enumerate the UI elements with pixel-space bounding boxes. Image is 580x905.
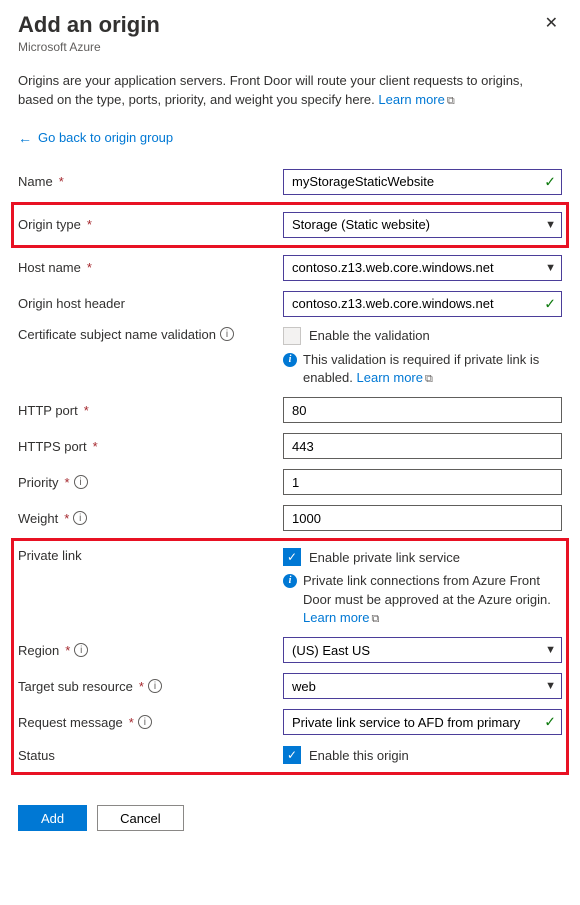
- private-link-label: Private link: [18, 548, 82, 563]
- enable-pl-label: Enable private link service: [309, 550, 460, 565]
- origin-type-select[interactable]: [283, 212, 562, 238]
- info-icon[interactable]: i: [148, 679, 162, 693]
- learn-more-link[interactable]: Learn more⧉: [357, 370, 433, 385]
- enable-private-link-checkbox[interactable]: ✓: [283, 548, 301, 566]
- http-port-input[interactable]: [283, 397, 562, 423]
- host-name-select[interactable]: [283, 255, 562, 281]
- external-link-icon: ⧉: [425, 373, 433, 385]
- page-title: Add an origin: [18, 12, 160, 38]
- enable-origin-checkbox[interactable]: ✓: [283, 746, 301, 764]
- external-link-icon: ⧉: [447, 95, 455, 107]
- name-label: Name: [18, 174, 53, 189]
- request-msg-label: Request message: [18, 715, 123, 730]
- origin-host-header-label: Origin host header: [18, 296, 125, 311]
- info-icon[interactable]: i: [138, 715, 152, 729]
- enable-origin-label: Enable this origin: [309, 748, 409, 763]
- https-port-input[interactable]: [283, 433, 562, 459]
- close-button[interactable]: ✕: [541, 12, 562, 36]
- external-link-icon: ⧉: [371, 613, 379, 625]
- add-button[interactable]: Add: [18, 805, 87, 831]
- priority-label: Priority: [18, 475, 58, 490]
- info-icon[interactable]: i: [74, 643, 88, 657]
- learn-more-link[interactable]: Learn more⧉: [303, 610, 379, 625]
- target-sub-label: Target sub resource: [18, 679, 133, 694]
- target-sub-select[interactable]: [283, 673, 562, 699]
- origin-type-label: Origin type: [18, 217, 81, 232]
- info-badge-icon: i: [283, 353, 297, 367]
- info-icon[interactable]: i: [220, 327, 234, 341]
- back-link[interactable]: Go back to origin group: [38, 130, 173, 145]
- request-msg-input[interactable]: [283, 709, 562, 735]
- info-icon[interactable]: i: [74, 475, 88, 489]
- validation-info-text: This validation is required if private l…: [303, 351, 562, 388]
- cert-validation-label: Certificate subject name validation: [18, 327, 216, 342]
- weight-label: Weight: [18, 511, 58, 526]
- page-subtitle: Microsoft Azure: [18, 40, 160, 54]
- status-label: Status: [18, 748, 55, 763]
- weight-input[interactable]: [283, 505, 562, 531]
- enable-validation-label: Enable the validation: [309, 328, 430, 343]
- learn-more-link[interactable]: Learn more⧉: [378, 92, 454, 107]
- host-name-label: Host name: [18, 260, 81, 275]
- description-text: Origins are your application servers. Fr…: [18, 72, 562, 110]
- name-input[interactable]: [283, 169, 562, 195]
- priority-input[interactable]: [283, 469, 562, 495]
- region-label: Region: [18, 643, 59, 658]
- region-select[interactable]: [283, 637, 562, 663]
- info-badge-icon: i: [283, 574, 297, 588]
- info-icon[interactable]: i: [73, 511, 87, 525]
- cancel-button[interactable]: Cancel: [97, 805, 183, 831]
- enable-validation-checkbox: [283, 327, 301, 345]
- https-port-label: HTTPS port: [18, 439, 87, 454]
- http-port-label: HTTP port: [18, 403, 78, 418]
- back-arrow-icon: ←: [18, 130, 32, 146]
- pl-info-text: Private link connections from Azure Fron…: [303, 572, 562, 627]
- origin-host-header-input[interactable]: [283, 291, 562, 317]
